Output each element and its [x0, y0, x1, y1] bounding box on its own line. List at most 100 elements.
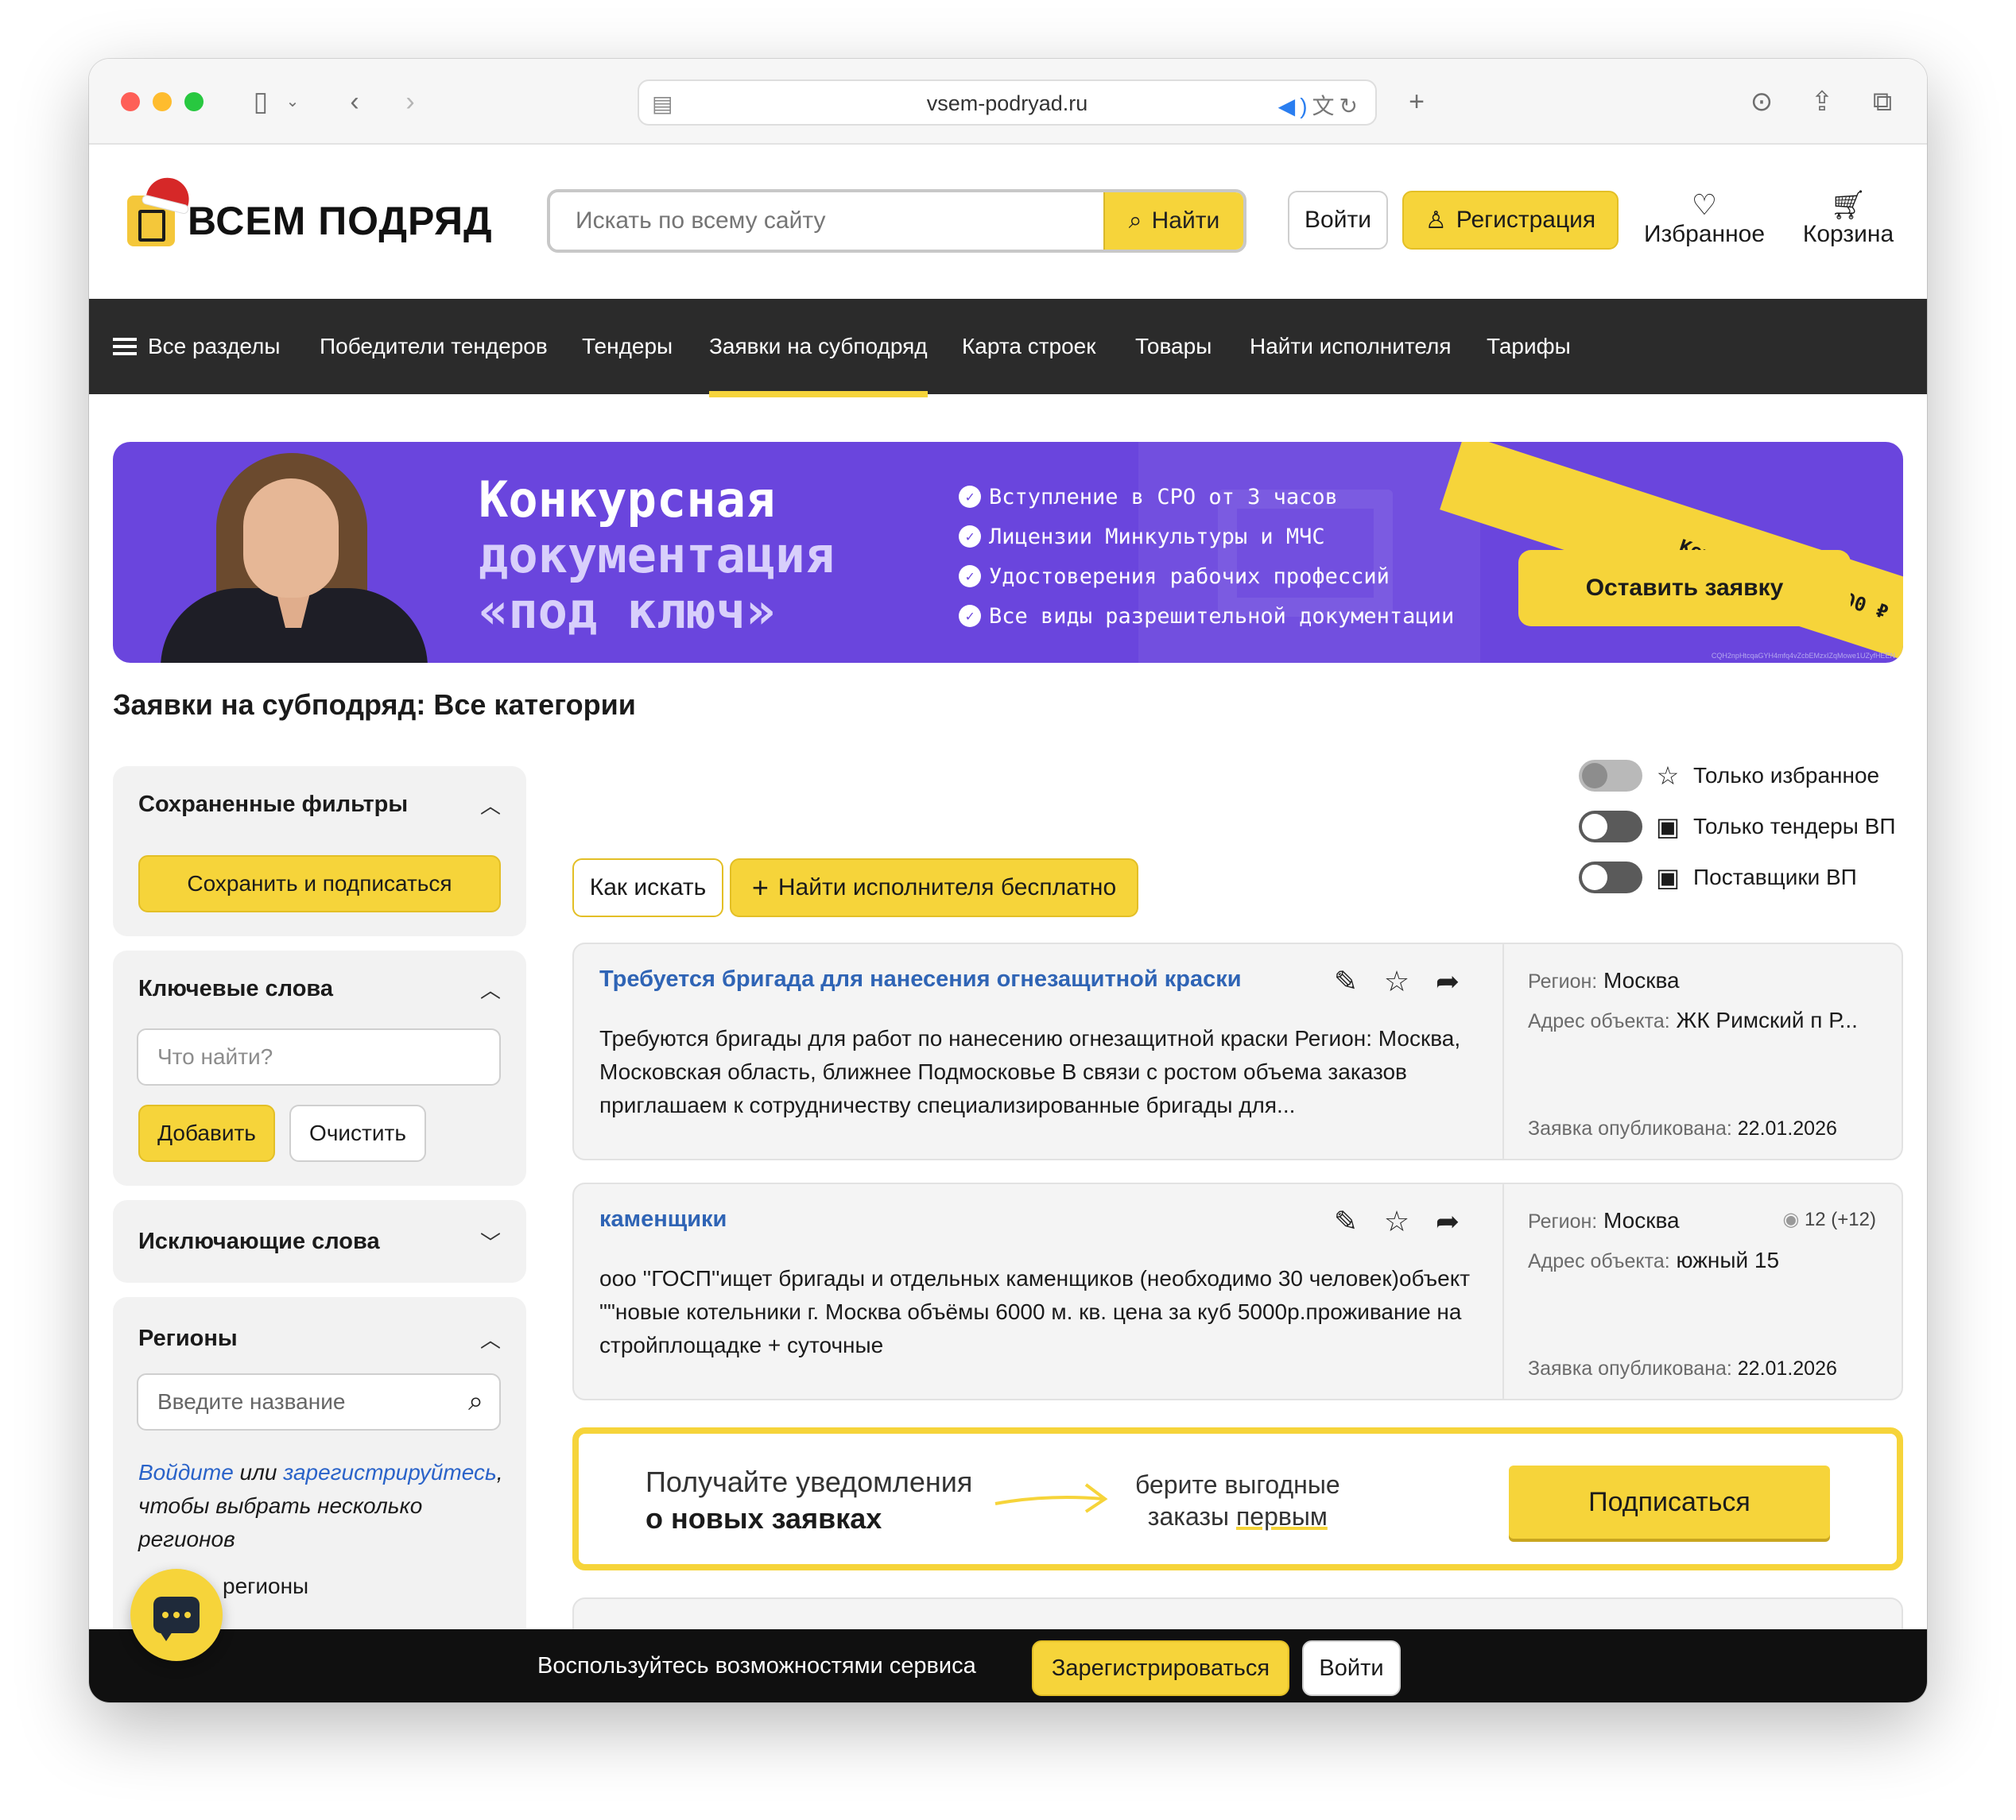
- share-icon[interactable]: ⇪: [1806, 86, 1838, 118]
- chat-button[interactable]: [130, 1569, 223, 1661]
- keywords-input[interactable]: Что найти?: [137, 1028, 501, 1086]
- check-icon: ✓: [959, 486, 981, 508]
- minimize-window-button[interactable]: [153, 92, 172, 111]
- nav-tender-winners[interactable]: Победители тендеров: [320, 334, 548, 359]
- toggle-label: Только избранное: [1693, 763, 1880, 788]
- how-to-search-button[interactable]: Как искать: [572, 858, 723, 917]
- banner-cta-button[interactable]: Оставить заявку: [1518, 550, 1851, 626]
- bottom-register-button[interactable]: Зарегистрироваться: [1032, 1640, 1289, 1696]
- vp-tenders-toggle-switch[interactable]: [1579, 811, 1642, 842]
- meta-value: 22.01.2026: [1737, 1117, 1837, 1140]
- save-and-subscribe-button[interactable]: Сохранить и подписаться: [138, 855, 501, 912]
- sidebar-icon[interactable]: ▯: [243, 86, 278, 118]
- address-bar[interactable]: ▤ vsem-podryad.ru ◀)文↻: [638, 79, 1377, 126]
- region-search-placeholder: Введите название: [157, 1389, 346, 1414]
- add-keyword-button[interactable]: Добавить: [138, 1105, 275, 1162]
- banner-bullet: ✓ Все виды разрешительной документации: [959, 596, 1454, 636]
- meta-value: 22.01.2026: [1737, 1357, 1837, 1380]
- regions-header[interactable]: Регионы ︿: [138, 1297, 501, 1380]
- subscribe-line1: Получайте уведомления: [646, 1466, 973, 1498]
- favorites-link[interactable]: ♡ Избранное: [1642, 189, 1766, 248]
- star-icon[interactable]: ☆: [1382, 965, 1412, 998]
- region-search-input[interactable]: Введите название ⌕: [137, 1373, 501, 1431]
- site-header: ВСЕМ ПОДРЯД ⌕ Найти Войти ♙ Регистрация …: [89, 145, 1927, 299]
- plus-icon: +: [751, 871, 769, 904]
- regions-register-link[interactable]: зарегистрируйтесь: [283, 1460, 496, 1485]
- exclude-words-header[interactable]: Исключающие слова ﹀: [138, 1200, 501, 1283]
- bottom-cta-bar: Воспользуйтесь возможностями сервиса Зар…: [89, 1629, 1927, 1702]
- meta-key: Заявка опубликована:: [1528, 1357, 1732, 1380]
- clear-keywords-button[interactable]: Очистить: [289, 1105, 426, 1162]
- star-icon[interactable]: ☆: [1382, 1205, 1412, 1238]
- views-count: 12 (+12): [1804, 1209, 1876, 1230]
- browser-window: ▯ ⌄ ‹ › ▤ vsem-podryad.ru ◀)文↻ + ⊙ ⇪ ⧉ В…: [89, 59, 1927, 1702]
- meta-key: Адрес объекта:: [1528, 1250, 1670, 1272]
- meta-key: Регион:: [1528, 970, 1598, 993]
- close-window-button[interactable]: [121, 92, 140, 111]
- browser-toolbar: ▯ ⌄ ‹ › ▤ vsem-podryad.ru ◀)文↻ + ⊙ ⇪ ⧉: [89, 59, 1927, 145]
- bottom-bar-text: Воспользуйтесь возможностями сервиса: [537, 1653, 976, 1679]
- listing-address: Адрес объекта: ЖК Римский п Р...: [1528, 1008, 1858, 1033]
- chat-icon: [153, 1597, 200, 1641]
- search-input[interactable]: [550, 192, 1103, 250]
- regions-title: Регионы: [138, 1325, 238, 1351]
- saved-filters-panel: Сохраненные фильтры ︿ Сохранить и подпис…: [113, 766, 526, 936]
- zoom-window-button[interactable]: [184, 92, 204, 111]
- check-icon: ✓: [959, 525, 981, 548]
- nav-pricing[interactable]: Тарифы: [1487, 334, 1571, 359]
- regions-login-link[interactable]: Войдите: [138, 1460, 234, 1485]
- banner-title-line2: документация: [479, 526, 835, 584]
- forward-icon[interactable]: ›: [396, 86, 425, 118]
- search-button[interactable]: ⌕ Найти: [1103, 192, 1243, 250]
- tabs-overview-icon[interactable]: ⧉: [1867, 86, 1898, 118]
- translate-icon[interactable]: 文: [1312, 94, 1339, 118]
- edit-note-icon[interactable]: ✎: [1331, 965, 1361, 998]
- edit-note-icon[interactable]: ✎: [1331, 1205, 1361, 1238]
- saved-filters-header[interactable]: Сохраненные фильтры ︿: [138, 766, 501, 842]
- banner-title-line1: Конкурсная: [479, 470, 776, 529]
- find-executor-button[interactable]: + Найти исполнителя бесплатно: [730, 858, 1138, 917]
- nav-all-sections[interactable]: Все разделы: [113, 334, 281, 359]
- menu-icon: [113, 337, 137, 355]
- listing-title-link[interactable]: Требуется бригада для нанесения огнезащи…: [599, 966, 1242, 993]
- vp-suppliers-toggle-switch[interactable]: [1579, 862, 1642, 893]
- chevron-up-icon: ︿: [479, 1327, 501, 1352]
- login-button[interactable]: Войти: [1288, 191, 1388, 250]
- exclude-words-title: Исключающие слова: [138, 1228, 380, 1254]
- nav-tenders[interactable]: Тендеры: [582, 334, 673, 359]
- site-logo[interactable]: ВСЕМ ПОДРЯД: [127, 172, 493, 253]
- favorites-toggle-switch[interactable]: [1579, 760, 1642, 792]
- main-nav: Все разделы Победители тендеров Тендеры …: [89, 299, 1927, 397]
- listing-published: Заявка опубликована: 22.01.2026: [1528, 1357, 1837, 1380]
- toggle-vp-suppliers[interactable]: ▣ Поставщики ВП: [1579, 862, 1857, 893]
- logo-icon: ▣: [1655, 863, 1681, 892]
- nav-find-executor[interactable]: Найти исполнителя: [1250, 334, 1452, 359]
- listing-title-link[interactable]: каменщики: [599, 1206, 727, 1233]
- listing-actions: ✎ ☆ ➦: [1331, 1205, 1463, 1238]
- register-button[interactable]: ♙ Регистрация: [1402, 191, 1619, 250]
- share-arrow-icon[interactable]: ➦: [1433, 1205, 1463, 1238]
- search-button-label: Найти: [1151, 207, 1220, 234]
- star-icon: ☆: [1656, 761, 1680, 790]
- toggle-only-vp-tenders[interactable]: ▣ Только тендеры ВП: [1579, 811, 1895, 842]
- listing-views: ◉ 12 (+12): [1782, 1208, 1876, 1231]
- promo-banner[interactable]: Конкурсная документация «под ключ» ✓ Всту…: [113, 442, 1903, 663]
- share-arrow-icon[interactable]: ➦: [1433, 965, 1463, 998]
- chevron-down-icon[interactable]: ⌄: [283, 86, 302, 118]
- nav-subcontract-requests[interactable]: Заявки на субподряд: [709, 334, 928, 397]
- nav-label: Все разделы: [148, 334, 281, 358]
- cart-link[interactable]: 🛒︎ Корзина: [1798, 189, 1898, 248]
- subscribe-mid-line2b: первым: [1235, 1502, 1328, 1531]
- reload-icon[interactable]: ↻: [1339, 94, 1363, 118]
- nav-products[interactable]: Товары: [1135, 334, 1212, 359]
- bottom-login-button[interactable]: Войти: [1302, 1640, 1401, 1696]
- keywords-title: Ключевые слова: [138, 975, 333, 1001]
- keywords-header[interactable]: Ключевые слова ︿: [138, 951, 501, 1027]
- new-tab-icon[interactable]: +: [1401, 86, 1433, 118]
- subscribe-button[interactable]: Подписаться: [1509, 1466, 1830, 1539]
- back-icon[interactable]: ‹: [340, 86, 369, 118]
- toggle-only-favorites[interactable]: ☆ Только избранное: [1579, 760, 1879, 792]
- downloads-icon[interactable]: ⊙: [1746, 86, 1778, 118]
- nav-construction-map[interactable]: Карта строек: [962, 334, 1096, 359]
- audio-icon[interactable]: ◀): [1278, 94, 1312, 118]
